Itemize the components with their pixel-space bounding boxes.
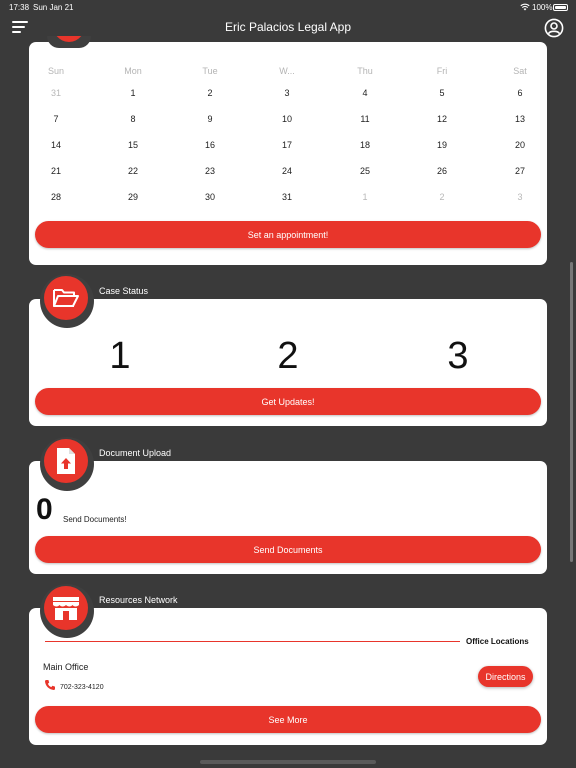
office-locations-label: Office Locations bbox=[466, 637, 529, 646]
weekday-header: Fri bbox=[436, 66, 448, 76]
calendar-day[interactable]: 31 bbox=[36, 88, 76, 98]
calendar-day[interactable]: 3 bbox=[500, 192, 540, 202]
calendar-day[interactable]: 4 bbox=[345, 88, 385, 98]
status-time: 17:38 bbox=[9, 3, 30, 12]
document-upload-badge bbox=[40, 437, 94, 491]
calendar-card: Sun Mon Tue W... Thu Fri Sat 31 1 2 3 4 5 6 7 8 9 10 11 12 1… bbox=[29, 36, 547, 265]
weekday-header: W... bbox=[279, 66, 295, 76]
see-more-button[interactable]: See More bbox=[35, 706, 541, 733]
calendar-day[interactable]: 23 bbox=[190, 166, 230, 176]
calendar-day[interactable]: 9 bbox=[190, 114, 230, 124]
battery-percent: 100% bbox=[532, 3, 553, 12]
set-appointment-button[interactable]: Set an appointment! bbox=[35, 221, 541, 248]
calendar-day[interactable]: 10 bbox=[267, 114, 307, 124]
calendar-day[interactable]: 1 bbox=[345, 192, 385, 202]
storefront-icon bbox=[53, 597, 79, 620]
calendar-day[interactable]: 18 bbox=[345, 140, 385, 150]
document-count-label: Send Documents! bbox=[63, 515, 127, 524]
weekday-header: Tue bbox=[202, 66, 218, 76]
case-step-1: 1 bbox=[109, 335, 131, 377]
case-step-2: 2 bbox=[277, 335, 299, 377]
case-status-title: Case Status bbox=[99, 286, 149, 296]
home-indicator bbox=[200, 760, 376, 764]
document-upload-title: Document Upload bbox=[99, 448, 172, 458]
calendar-day[interactable]: 7 bbox=[36, 114, 76, 124]
calendar-day[interactable]: 2 bbox=[190, 88, 230, 98]
case-status-card: 1 2 3 Get Updates! bbox=[29, 299, 547, 426]
send-documents-button[interactable]: Send Documents bbox=[35, 536, 541, 563]
weekday-header: Thu bbox=[357, 66, 373, 76]
resources-card: Office Locations Main Office 702-323-412… bbox=[29, 608, 547, 745]
office-phone[interactable]: 702-323-4120 bbox=[60, 684, 104, 691]
calendar-day[interactable]: 31 bbox=[267, 192, 307, 202]
calendar-day[interactable]: 5 bbox=[422, 88, 462, 98]
wifi-icon bbox=[520, 3, 530, 11]
calendar-day[interactable]: 25 bbox=[345, 166, 385, 176]
weekday-header: Sun bbox=[47, 66, 64, 76]
folder-open-icon bbox=[53, 289, 79, 307]
calendar-day[interactable]: 30 bbox=[190, 192, 230, 202]
resources-title: Resources Network bbox=[99, 595, 178, 605]
calendar-day[interactable]: 26 bbox=[422, 166, 462, 176]
app-title: Eric Palacios Legal App bbox=[224, 20, 352, 34]
weekday-header: Mon bbox=[124, 66, 142, 76]
calendar-day[interactable]: 27 bbox=[500, 166, 540, 176]
calendar-day[interactable]: 6 bbox=[500, 88, 540, 98]
calendar-day[interactable]: 16 bbox=[190, 140, 230, 150]
calendar-day[interactable]: 28 bbox=[36, 192, 76, 202]
status-bar: 17:38 Sun Jan 21 100% bbox=[0, 0, 576, 14]
calendar-day[interactable]: 20 bbox=[500, 140, 540, 150]
status-date: Sun Jan 21 bbox=[33, 3, 74, 12]
document-upload-card: 0 Send Documents! Send Documents bbox=[29, 461, 547, 574]
resources-badge bbox=[40, 584, 94, 638]
document-count: 0 bbox=[36, 493, 53, 526]
calendar-icon-badge-partial bbox=[47, 36, 91, 48]
calendar-day[interactable]: 2 bbox=[422, 192, 462, 202]
phone-icon[interactable] bbox=[44, 679, 56, 691]
get-updates-button[interactable]: Get Updates! bbox=[35, 388, 541, 415]
calendar-day[interactable]: 21 bbox=[36, 166, 76, 176]
calendar-day[interactable]: 12 bbox=[422, 114, 462, 124]
calendar-day[interactable]: 15 bbox=[113, 140, 153, 150]
calendar-day[interactable]: 17 bbox=[267, 140, 307, 150]
calendar-day[interactable]: 13 bbox=[500, 114, 540, 124]
weekday-header: Sat bbox=[513, 66, 527, 76]
case-status-badge bbox=[40, 274, 94, 328]
main-office-label: Main Office bbox=[43, 662, 89, 672]
calendar-day[interactable]: 19 bbox=[422, 140, 462, 150]
calendar-day[interactable]: 22 bbox=[113, 166, 153, 176]
calendar-day[interactable]: 14 bbox=[36, 140, 76, 150]
scrollbar[interactable] bbox=[570, 262, 573, 562]
calendar-day[interactable]: 8 bbox=[113, 114, 153, 124]
profile-icon[interactable] bbox=[544, 18, 564, 38]
battery-icon bbox=[553, 4, 568, 11]
calendar-day[interactable]: 11 bbox=[345, 114, 385, 124]
file-upload-icon bbox=[57, 448, 75, 474]
calendar-day[interactable]: 3 bbox=[267, 88, 307, 98]
calendar-day[interactable]: 1 bbox=[113, 88, 153, 98]
office-divider bbox=[45, 641, 460, 642]
calendar-day[interactable]: 29 bbox=[113, 192, 153, 202]
case-step-3: 3 bbox=[447, 335, 469, 377]
calendar-day[interactable]: 24 bbox=[267, 166, 307, 176]
directions-button[interactable]: Directions bbox=[478, 666, 533, 687]
